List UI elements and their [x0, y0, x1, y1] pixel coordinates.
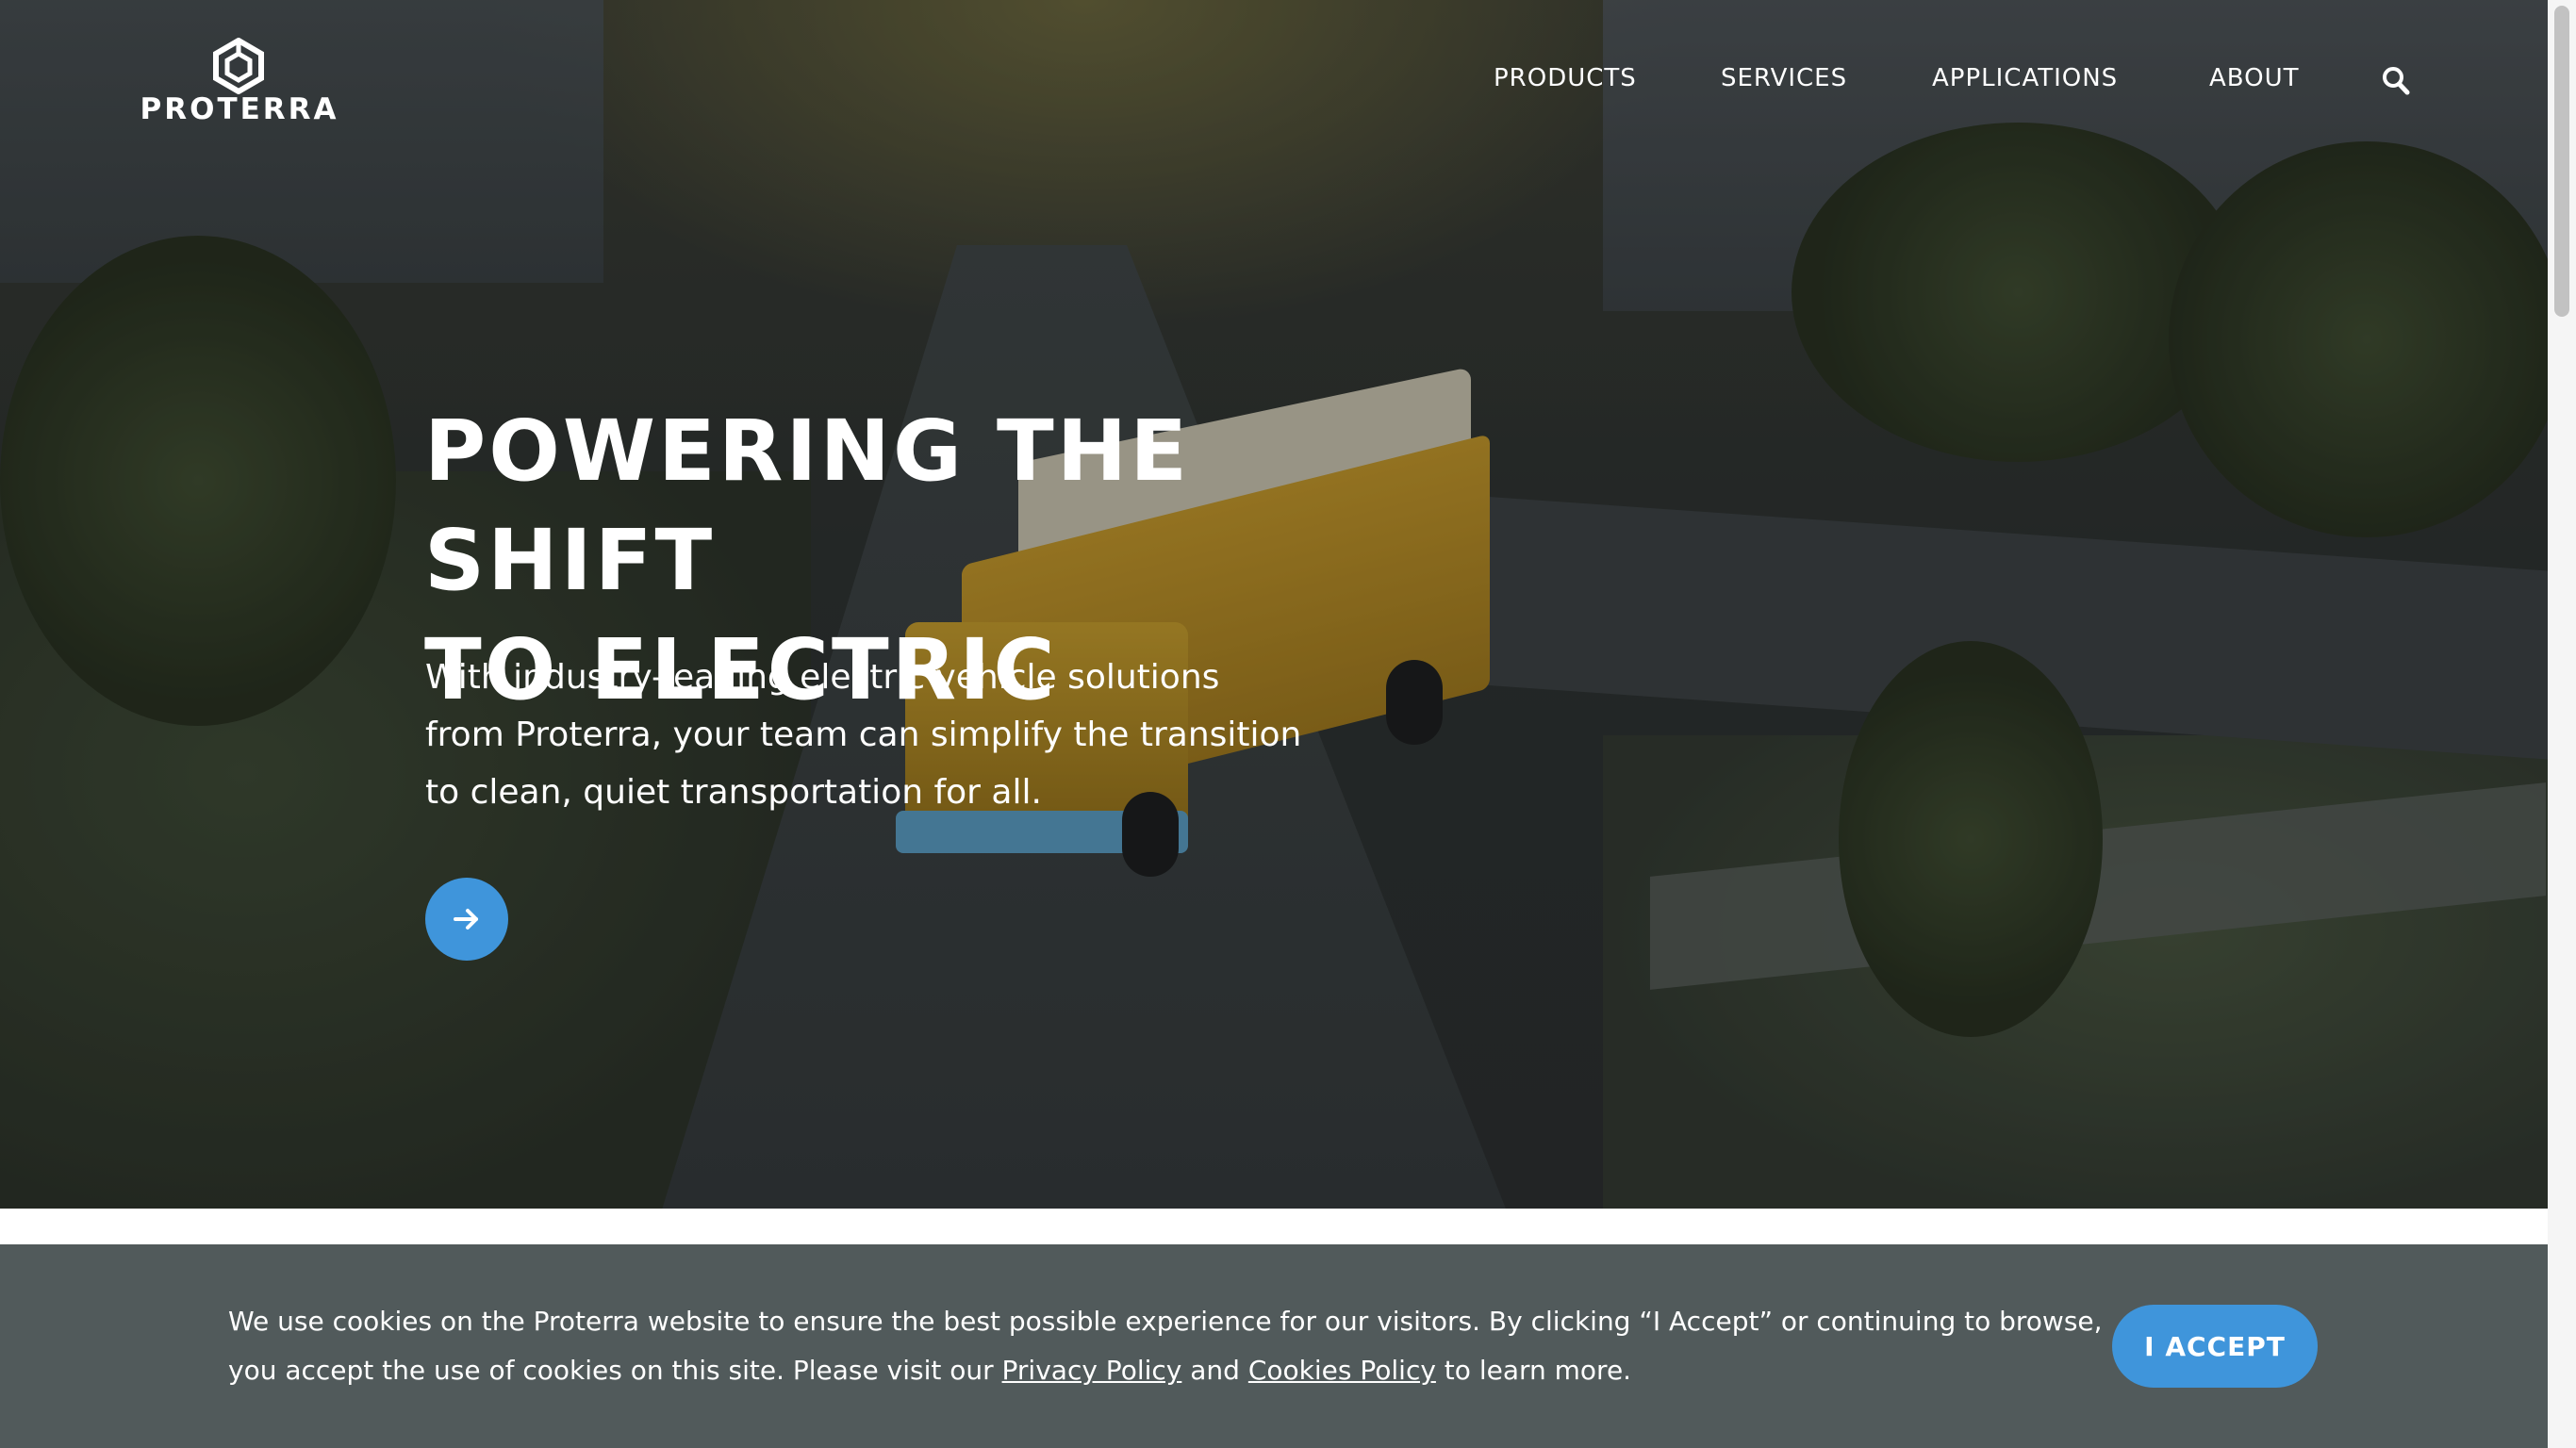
- logo-wordmark: PROTERRA: [140, 92, 339, 126]
- search-icon[interactable]: [2382, 66, 2410, 96]
- cookie-message: We use cookies on the Proterra website t…: [228, 1297, 2133, 1395]
- privacy-policy-link[interactable]: Privacy Policy: [1002, 1355, 1182, 1386]
- nav-item-services[interactable]: SERVICES: [1721, 64, 1847, 92]
- cookie-banner: We use cookies on the Proterra website t…: [0, 1244, 2548, 1448]
- hero-body: With industry-leading electric vehicle s…: [425, 649, 1330, 821]
- cookie-text-part2: to learn more.: [1435, 1355, 1632, 1386]
- nav-item-about[interactable]: ABOUT: [2209, 64, 2300, 92]
- nav-item-applications[interactable]: APPLICATIONS: [1932, 64, 2118, 92]
- scrollbar-thumb[interactable]: [2554, 6, 2569, 317]
- body-line-3: to clean, quiet transportation for all.: [425, 773, 1042, 812]
- hero-cta-button[interactable]: [425, 878, 508, 961]
- arrow-right-icon: [454, 909, 478, 930]
- accept-cookies-button[interactable]: I ACCEPT: [2112, 1305, 2318, 1388]
- cookies-policy-link[interactable]: Cookies Policy: [1248, 1355, 1436, 1386]
- cookie-text-and: and: [1181, 1355, 1248, 1386]
- body-line-1: With industry-leading electric vehicle s…: [425, 658, 1220, 697]
- proterra-logo[interactable]: PROTERRA: [126, 38, 353, 132]
- nav-item-products[interactable]: PRODUCTS: [1494, 64, 1637, 92]
- logo-hexagon-icon: [213, 38, 264, 94]
- page-scrollbar[interactable]: [2548, 0, 2576, 1448]
- body-line-2: from Proterra, your team can simplify th…: [425, 716, 1302, 754]
- headline-line-1: POWERING THE SHIFT: [424, 402, 1191, 609]
